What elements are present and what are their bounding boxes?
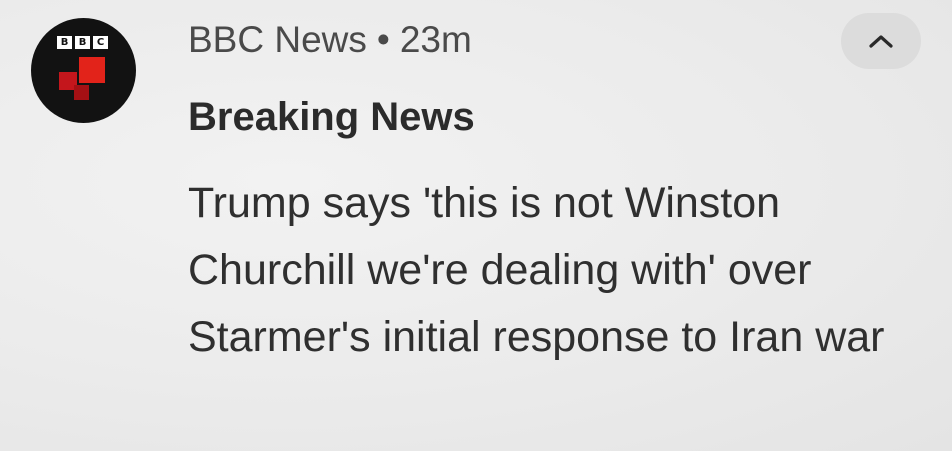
bbc-letter: B: [75, 36, 90, 49]
chevron-up-icon: [869, 35, 893, 48]
bbc-news-icon: B B C: [31, 18, 136, 123]
red-square: [79, 57, 105, 83]
bbc-logo: B B C: [57, 36, 108, 49]
collapse-button[interactable]: [841, 13, 921, 69]
app-name: BBC News: [188, 19, 367, 60]
notification-title: Breaking News: [188, 95, 475, 139]
notification-body: Trump says 'this is not Winston Churchil…: [188, 179, 885, 361]
red-square: [74, 85, 89, 100]
separator-dot: •: [376, 19, 390, 60]
notification-card[interactable]: B B C BBC News • 23m Breaking News Trump s…: [0, 0, 952, 451]
bbc-letter: B: [57, 36, 72, 49]
news-squares-graphic: [59, 54, 111, 106]
bbc-letter: C: [93, 36, 108, 49]
notification-header: BBC News • 23m: [188, 18, 472, 62]
timestamp: 23m: [399, 19, 472, 60]
